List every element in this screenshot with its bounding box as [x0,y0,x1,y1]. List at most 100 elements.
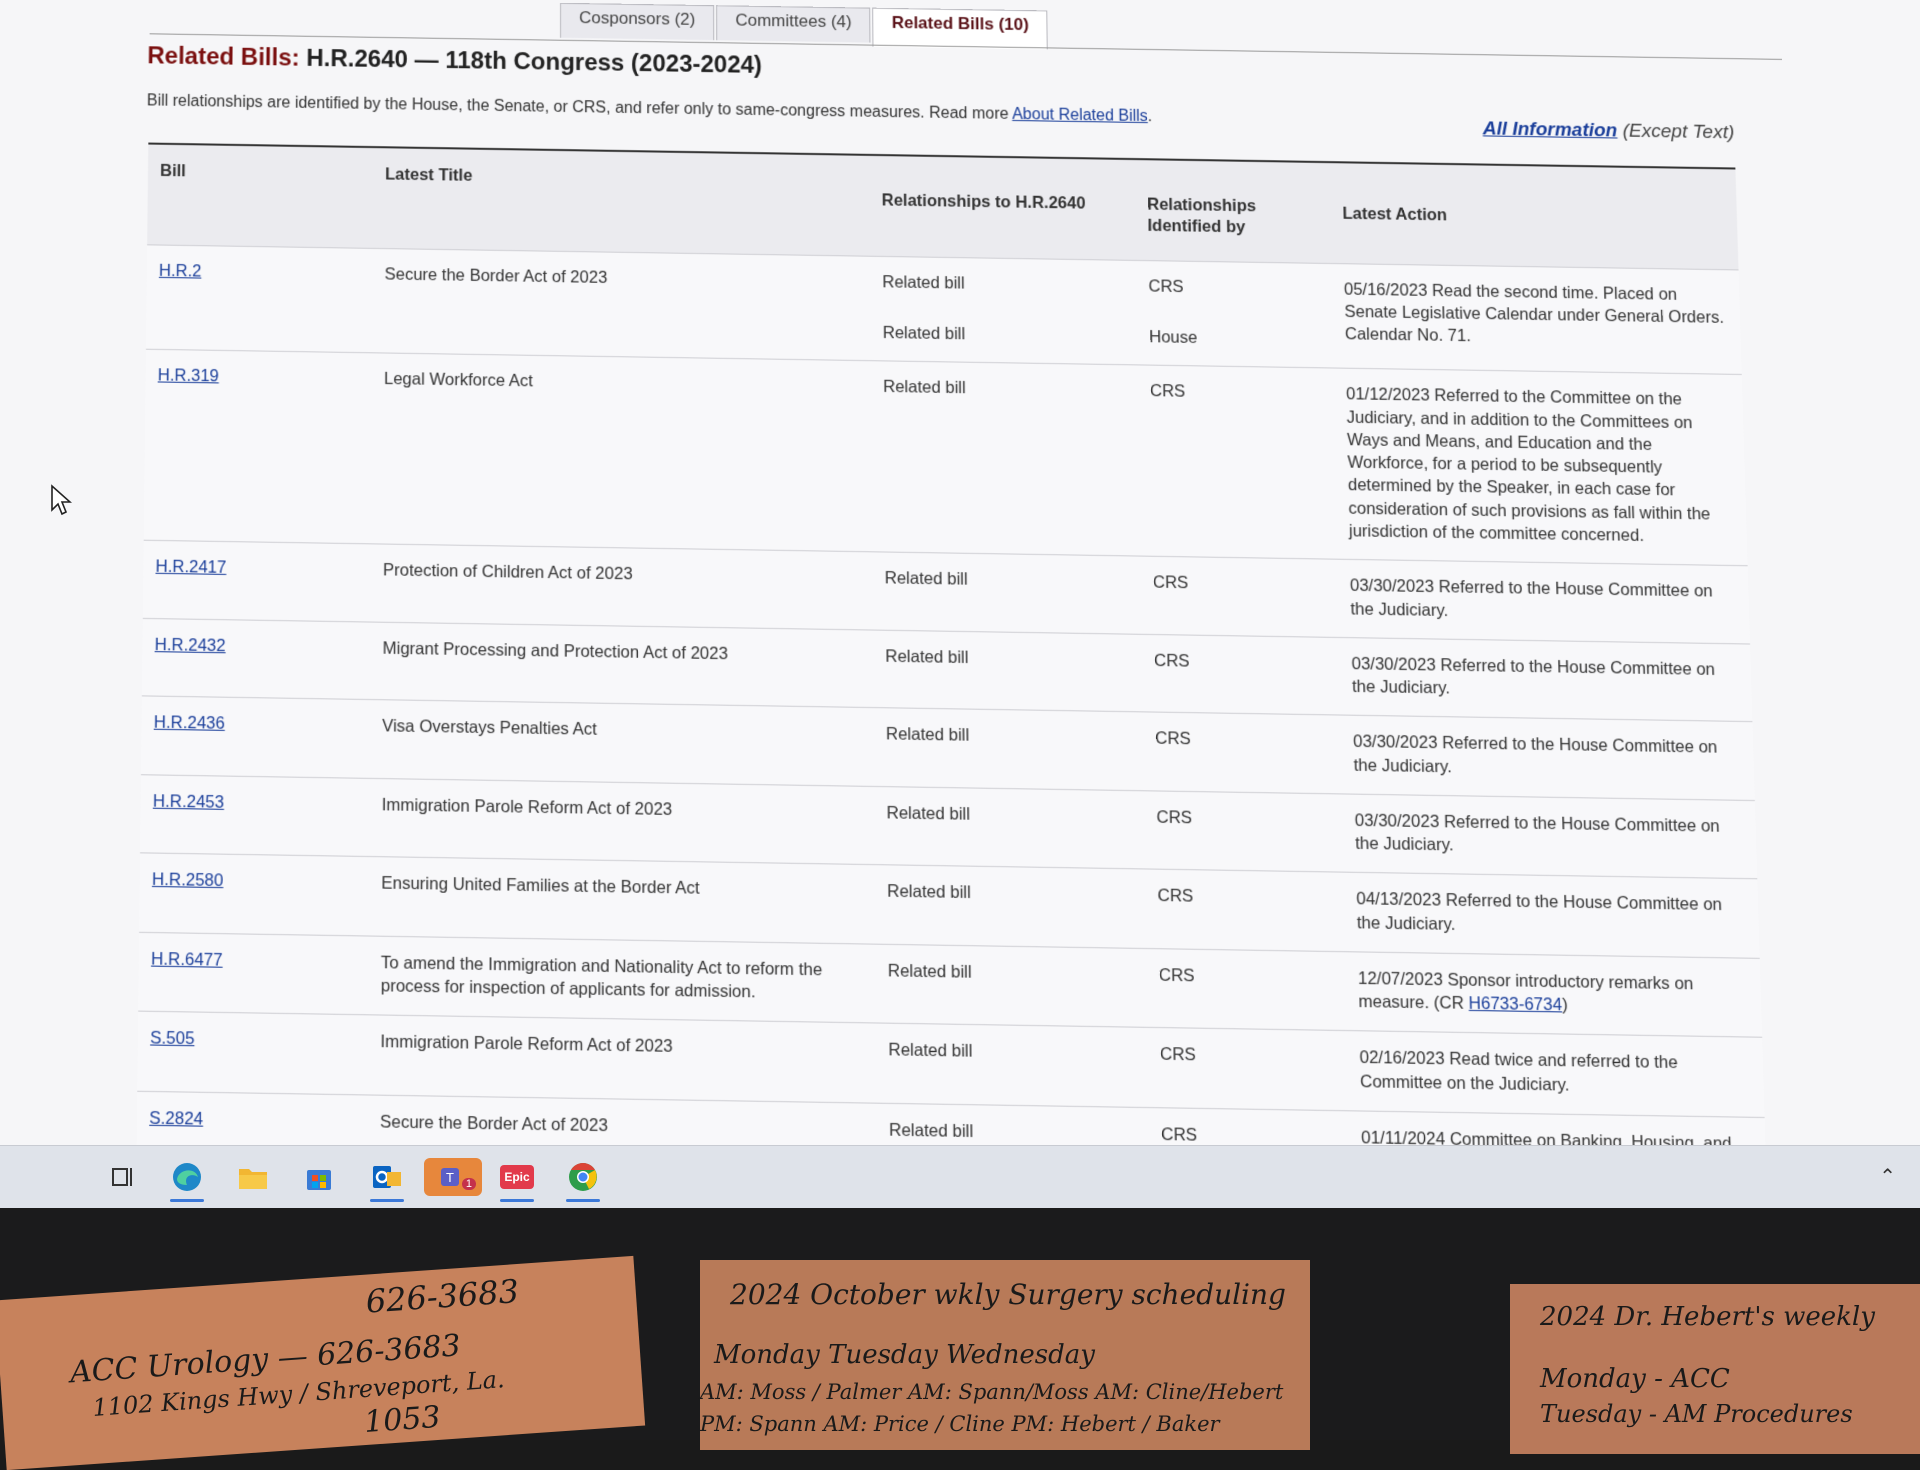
note-phone: 626-3683 [364,1272,521,1321]
active-indicator [500,1199,534,1202]
page-title-prefix: Related Bills: [147,42,300,72]
identified-by: CRS [1141,634,1341,716]
congressional-record-link[interactable]: H6733-6734 [1468,994,1562,1014]
bill-link[interactable]: H.R.2580 [152,871,224,891]
note-line: PM: Spann AM: Price / Cline PM: Hebert /… [700,1412,1220,1436]
identified-by: CRS [1147,1027,1349,1111]
identified-by: CRS [1143,790,1344,873]
header-identified-by: Relationships Identified by [1147,195,1257,237]
handwritten-schedule: 2024 October wkly Surgery scheduling Mon… [700,1260,1310,1450]
monitor-screen: Cosponsors (2) Committees (4) Related Bi… [0,0,1920,1145]
note-line: Monday - ACC [1540,1364,1730,1394]
identified-by: CRS [1144,869,1346,952]
latest-action: 02/16/2023 Read twice and referred to th… [1346,1031,1765,1118]
relationship: Related bill [875,944,1148,1028]
bill-title: Migrant Processing and Protection Act of… [370,621,874,708]
all-information-link[interactable]: All Information [1482,118,1617,141]
intro-sentence: Bill relationships are identified by the… [146,92,1009,123]
bill-title: Secure the Border Act of 2023 [367,1094,878,1145]
relationship: Related bill [870,361,1141,557]
page-title-bill: H.R.2640 — 118th Congress (2023-2024) [306,44,763,79]
bill-title: Immigration Parole Reform Act of 2023 [367,1015,877,1104]
latest-action: 03/30/2023 Referred to the House Committ… [1337,559,1751,644]
task-view-icon[interactable] [104,1158,142,1196]
bill-title: Legal Workforce Act [370,353,873,553]
latest-action: 03/30/2023 Referred to the House Committ… [1338,637,1753,722]
bill-link[interactable]: H.R.2436 [154,714,225,734]
bill-link[interactable]: S.2824 [149,1109,203,1129]
bill-title: Ensuring United Families at the Border A… [368,856,876,945]
tab-related-bills[interactable]: Related Bills (10) [872,7,1049,50]
microsoft-store-icon[interactable] [300,1158,338,1196]
epic-app-icon[interactable]: Epic [498,1158,536,1202]
latest-action-cell: 12/07/2023 Sponsor introductory remarks … [1345,951,1763,1038]
identified-by: House [1149,328,1198,348]
relationship: Related bill [874,865,1147,949]
relationship: Related bill [882,272,965,293]
about-related-bills-link[interactable]: About Related Bills [1012,106,1148,125]
mouse-cursor-icon [51,484,72,516]
bill-link[interactable]: H.R.6477 [151,950,223,970]
chrome-icon[interactable] [564,1158,602,1202]
epic-label: Epic [500,1165,534,1189]
tray-chevron-icon[interactable]: ⌃ [1879,1164,1896,1189]
table-row: H.R.319 Legal Workforce Act Related bill… [143,349,1748,566]
latest-action: 01/12/2023 Referred to the Committee on … [1333,368,1748,566]
bill-link[interactable]: H.R.2417 [155,558,226,578]
browser-content: Cosponsors (2) Committees (4) Related Bi… [0,0,1920,1145]
latest-action: 05/16/2023 Read the second time. Placed … [1331,263,1742,375]
relationship: Related bill [882,323,966,344]
edge-browser-icon[interactable] [168,1158,206,1202]
intro-text: Bill relationships are identified by the… [147,92,1153,126]
tab-cosponsors[interactable]: Cosponsors (2) [560,2,715,41]
bill-link[interactable]: H.R.319 [158,367,219,386]
teams-icon[interactable]: T 1 [424,1158,482,1196]
latest-action: 04/13/2023 Referred to the House Committ… [1343,872,1760,959]
identified-by: CRS [1148,277,1184,296]
bill-title: Visa Overstays Penalties Act [369,699,875,787]
header-latest-action: Latest Action [1342,204,1448,225]
bill-link[interactable]: H.R.2432 [155,635,226,655]
latest-action: 01/11/2024 Committee on Banking, Housing… [1348,1110,1768,1145]
note-line: AM: Moss / Palmer AM: Spann/Moss AM: Cli… [700,1380,1284,1404]
identified-by: CRS [1140,556,1339,638]
identified-by: CRS [1142,712,1342,794]
header-latest-title: Latest Title [385,165,473,185]
file-explorer-icon[interactable] [234,1158,272,1196]
active-indicator [370,1199,404,1202]
header-relationships: Relationships to H.R.2640 [881,191,1086,213]
header-bill: Bill [159,161,186,181]
bill-title: Secure the Border Act of 2023 [372,248,871,362]
note-title: 2024 Dr. Hebert's weekly [1540,1302,1875,1332]
bill-link[interactable]: S.505 [150,1029,195,1049]
relationship: Related bill [872,552,1142,635]
identified-by: CRS [1146,948,1347,1032]
relationship-cell: Related bill Related bill [870,256,1138,366]
bill-title: Immigration Parole Reform Act of 2023 [369,778,875,866]
relationship: Related bill [872,629,1143,713]
desk-area: 626-3683 ACC Urology — 626-3683 1102 Kin… [0,1208,1920,1470]
bill-link[interactable]: H.R.2 [159,262,202,281]
relationship: Related bill [876,1103,1150,1145]
teams-notification-badge: 1 [461,1178,476,1190]
note-line: Tuesday - AM Procedures [1540,1400,1853,1428]
svg-text:T: T [446,1170,454,1185]
relationship: Related bill [874,786,1145,870]
page-title: Related Bills: H.R.2640 — 118th Congress… [147,42,762,80]
active-indicator [170,1199,204,1202]
all-information-suffix: (Except Text) [1622,120,1735,144]
relationship: Related bill [873,707,1144,791]
identified-by: CRS [1137,365,1338,560]
note-title: 2024 October wkly Surgery scheduling [730,1278,1286,1311]
relationship: Related bill [875,1023,1149,1108]
handwritten-note: 626-3683 ACC Urology — 626-3683 1102 Kin… [0,1255,646,1470]
outlook-icon[interactable] [368,1158,406,1202]
identified-by: CRS [1148,1107,1350,1145]
handwritten-note: 2024 Dr. Hebert's weekly Monday - ACC Tu… [1510,1284,1920,1454]
latest-action: 03/30/2023 Referred to the House Committ… [1340,715,1755,801]
note-line: 1053 [363,1399,442,1441]
note-days: Monday Tuesday Wednesday [714,1340,1095,1370]
tab-committees[interactable]: Committees (4) [716,5,871,43]
bill-link[interactable]: H.R.2453 [153,792,224,812]
windows-taskbar: T 1 Epic ⌃ [0,1145,1920,1208]
